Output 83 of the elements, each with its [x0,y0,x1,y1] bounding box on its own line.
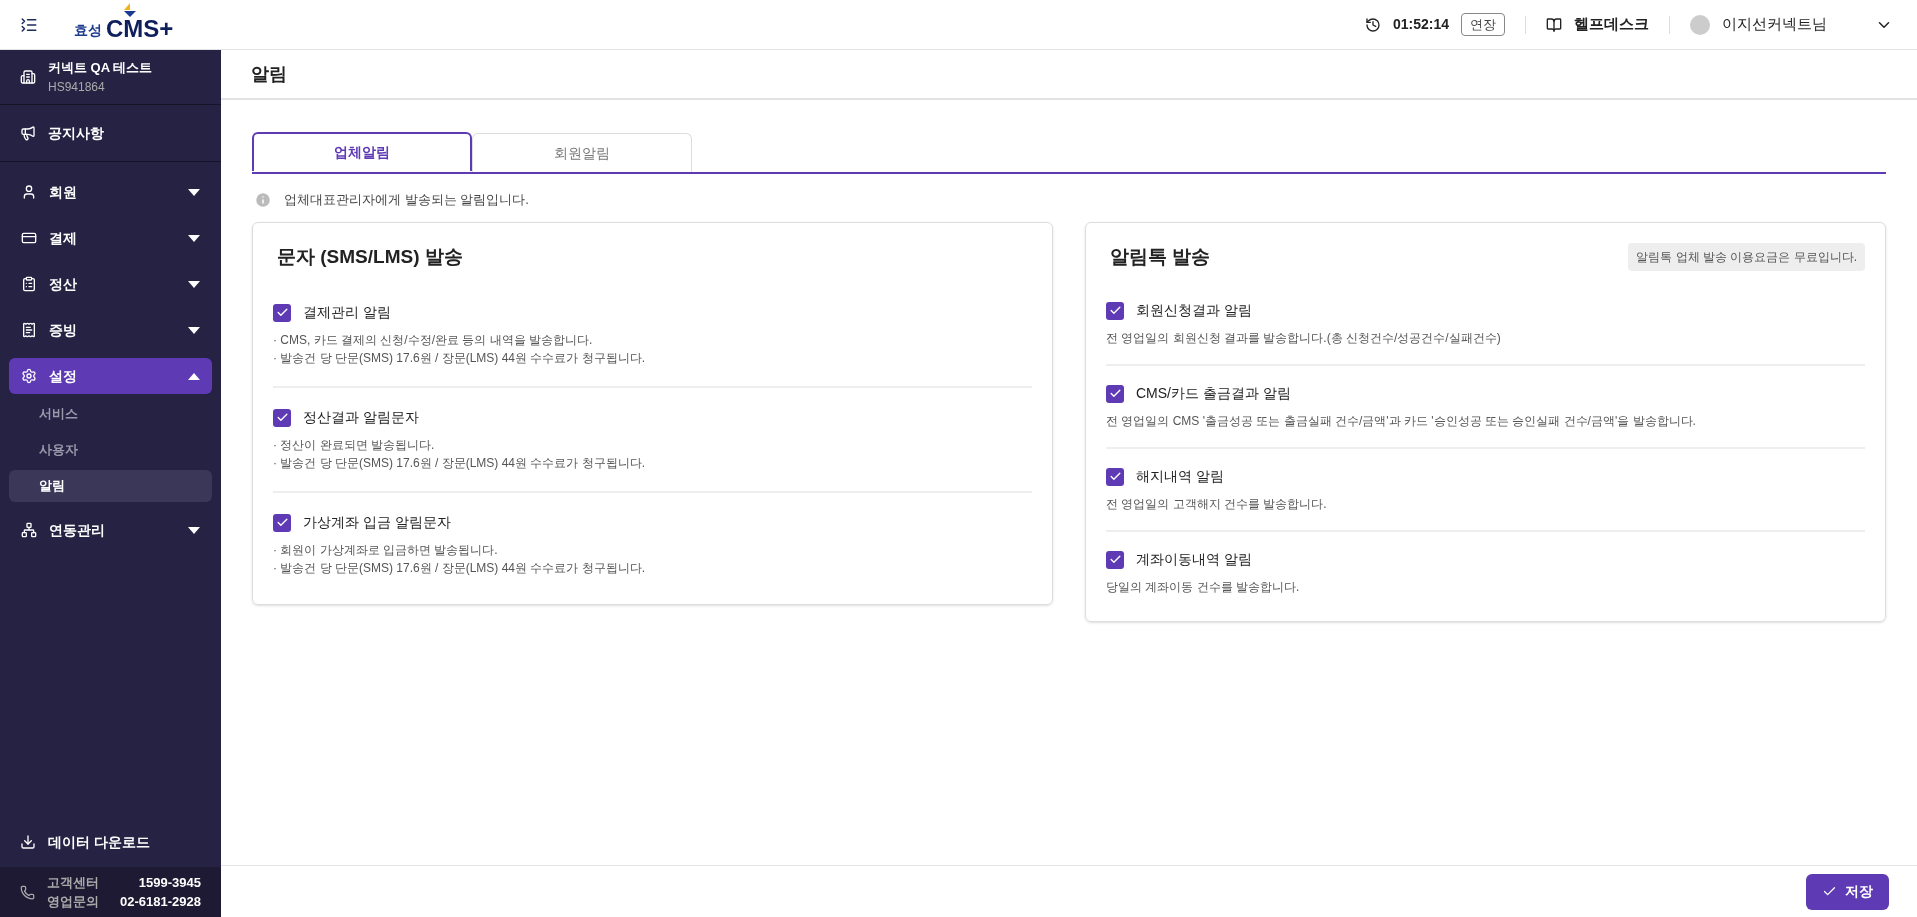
checkmark-icon [275,411,289,424]
option-label: 가상계좌 입금 알림문자 [303,513,451,532]
caret-icon [188,326,200,334]
checkmark-icon [1108,304,1122,317]
company-name: 커넥트 QA 테스트 [48,59,153,78]
caret-icon [188,526,200,534]
save-button[interactable]: 저장 [1806,873,1889,910]
checkmark-icon [275,306,289,319]
caret-icon [188,188,200,196]
data-download-item[interactable]: 데이터 다운로드 [0,817,221,867]
sidebar-submenu-item[interactable]: 서비스 [9,398,212,430]
extend-button[interactable]: 연장 [1461,12,1505,37]
sidebar-menu-item[interactable]: 연동관리 [9,512,212,548]
contact-number: 02-6181-2928 [120,893,201,911]
logo-mark-icon [122,2,138,17]
page-title: 알림 [251,62,287,86]
sidebar-menu-item[interactable]: 정산 [9,266,212,302]
sidebar-menu-item[interactable]: 설정 [9,358,212,394]
option-description: · 발송건 당 단문(SMS) 17.6원 / 장문(LMS) 44원 수수료가 청구됩니다. [273,560,647,577]
collapse-menu-icon[interactable] [20,15,38,34]
tab[interactable]: 회원알림 [472,133,692,172]
caret-icon [188,372,200,380]
session-time: 01:52:14 [1392,15,1449,34]
company-code: HS941864 [48,78,106,96]
sidebar-menu-item[interactable]: 결제 [9,220,212,256]
checkbox[interactable] [1106,550,1124,569]
logo: 효성 CMS+ [74,8,174,41]
checkbox[interactable] [1106,384,1124,403]
tab[interactable]: 업체알림 [252,132,472,171]
free-notice-badge: 알림톡 업체 발송 이용요금은 무료입니다. [1628,242,1865,271]
notice-menu-item[interactable]: 공지사항 [0,105,221,162]
option-description: 당일의 계좌이동 건수를 발송합니다. [1106,579,1301,596]
checkmark-icon [275,516,289,529]
option-label: 계좌이동내역 알림 [1136,550,1252,569]
card-title: 알림톡 발송 [1110,244,1211,269]
session-timer-icon [1364,16,1381,33]
card-icon [21,230,37,246]
clipboard-icon [21,276,37,292]
checkbox[interactable] [1106,301,1124,320]
network-icon [21,522,37,538]
contact-label: 고객센터 [47,873,99,892]
option-description: · 회원이 가상계좌로 입금하면 발송됩니다. [273,542,499,559]
option-description: · CMS, 카드 결제의 신청/수정/완료 등의 내역을 발송합니다. [273,332,594,349]
contact-label: 영업문의 [47,893,99,911]
caret-icon [188,280,200,288]
helpdesk-icon [1546,16,1562,33]
download-icon [20,834,36,850]
caret-icon [188,234,200,242]
option-label: CMS/카드 출금결과 알림 [1136,384,1291,403]
helpdesk-link[interactable]: 헬프데스크 [1574,13,1649,36]
checkmark-icon [1108,553,1122,566]
megaphone-icon [20,125,36,141]
checkmark-icon [1108,387,1122,400]
option-label: 해지내역 알림 [1136,467,1224,486]
sidebar-menu-item[interactable]: 회원 [9,174,212,210]
option-label: 회원신청결과 알림 [1136,301,1252,320]
card-title: 문자 (SMS/LMS) 발송 [277,244,463,269]
checkbox[interactable] [1106,467,1124,486]
avatar-icon [1690,14,1710,35]
option-description: · 정산이 완료되면 발송됩니다. [273,437,436,454]
sidebar-submenu-item[interactable]: 사용자 [9,434,212,466]
option-description: · 발송건 당 단문(SMS) 17.6원 / 장문(LMS) 44원 수수료가 청구됩니다. [273,455,647,472]
checkbox[interactable] [273,513,291,532]
building-icon [20,69,36,85]
user-icon [21,184,37,200]
info-icon [254,190,272,209]
receipt-icon [21,322,37,338]
contact-number: 1599-3945 [138,873,201,892]
checkmark-icon [1108,470,1122,483]
option-label: 정산결과 알림문자 [303,408,419,427]
phone-icon [20,884,35,900]
user-name: 이지선커넥트님 [1722,14,1827,35]
checkbox[interactable] [273,408,291,427]
gear-icon [21,368,37,384]
option-description: · 발송건 당 단문(SMS) 17.6원 / 장문(LMS) 44원 수수료가 청구됩니다. [273,350,647,367]
info-text: 업체대표관리자에게 발송되는 알림입니다. [284,191,529,209]
option-description: 전 영업일의 고객해지 건수를 발송합니다. [1106,496,1328,513]
option-label: 결제관리 알림 [303,303,391,322]
option-description: 전 영업일의 CMS '출금성공 또는 출금실패 건수/금액'과 카드 '승인성공 또는 승인실패 건수/금액'을 발송합니다. [1106,413,1697,430]
option-description: 전 영업일의 회원신청 결과를 발송합니다.(총 신청건수/성공건수/실패건수) [1106,330,1502,347]
sidebar-menu-item[interactable]: 증빙 [9,312,212,348]
checkbox[interactable] [273,303,291,322]
sidebar-submenu-item[interactable]: 알림 [9,470,212,502]
